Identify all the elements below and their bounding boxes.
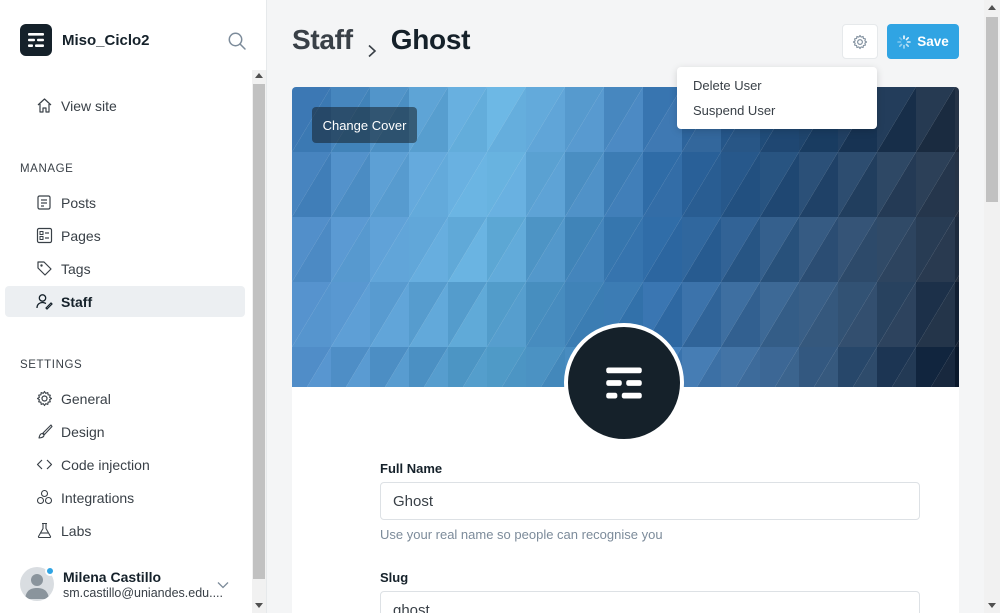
staff-icon (36, 293, 53, 310)
scrollbar-thumb[interactable] (253, 84, 265, 579)
notification-dot (45, 566, 55, 576)
manage-section-title: MANAGE (20, 163, 74, 175)
brush-icon (36, 423, 53, 440)
slug-label: Slug (380, 570, 409, 585)
suspend-user-menu-item[interactable]: Suspend User (677, 101, 877, 126)
settings-section-title: SETTINGS (20, 359, 83, 371)
spinner-icon (897, 34, 912, 49)
integrations-icon (36, 489, 53, 506)
scroll-down-arrow-icon[interactable] (988, 603, 996, 608)
pages-icon (36, 227, 53, 244)
scroll-up-arrow-icon[interactable] (988, 5, 996, 10)
sidebar-item-label: Integrations (61, 489, 135, 506)
breadcrumb: Staff Ghost (292, 24, 471, 58)
sidebar-item-label: Posts (61, 194, 97, 211)
sidebar-item-general[interactable]: General (5, 383, 245, 414)
scroll-up-arrow-icon[interactable] (255, 73, 263, 78)
tag-icon (36, 260, 53, 277)
sidebar-item-label: Tags (61, 260, 91, 277)
sidebar-item-pages[interactable]: Pages (5, 220, 245, 251)
breadcrumb-staff-link[interactable]: Staff (292, 24, 353, 56)
chevron-right-icon (365, 33, 379, 58)
delete-user-menu-item[interactable]: Delete User (677, 76, 877, 101)
page-title: Ghost (390, 24, 471, 55)
sidebar-item-view-site[interactable]: View site (5, 90, 245, 121)
site-logo-icon (20, 24, 52, 56)
search-icon[interactable] (227, 31, 247, 51)
brand[interactable]: Miso_Ciclo2 (20, 24, 150, 56)
slug-input[interactable]: ghost (380, 591, 920, 613)
sidebar-item-label: General (61, 390, 111, 407)
save-button[interactable]: Save (887, 24, 959, 59)
sidebar-item-design[interactable]: Design (5, 416, 245, 447)
sidebar-item-label: Pages (61, 227, 101, 244)
sidebar: Miso_Ciclo2 View site MANAGE Posts Pages… (0, 0, 267, 613)
user-email: sm.castillo@uniandes.edu.... (63, 586, 223, 600)
sidebar-item-label: View site (61, 97, 117, 114)
posts-icon (36, 194, 53, 211)
profile-image[interactable] (564, 323, 684, 443)
sidebar-item-labs[interactable]: Labs (5, 515, 245, 546)
save-button-label: Save (917, 34, 949, 49)
page-scrollbar[interactable] (984, 0, 1000, 613)
sidebar-item-label: Code injection (61, 456, 150, 473)
full-name-label: Full Name (380, 461, 443, 476)
user-name: Milena Castillo (63, 569, 162, 585)
sidebar-item-label: Labs (61, 522, 92, 539)
home-icon (36, 97, 53, 114)
sidebar-item-integrations[interactable]: Integrations (5, 482, 245, 513)
user-menu[interactable]: Milena Castillo sm.castillo@uniandes.edu… (20, 565, 245, 605)
sidebar-item-tags[interactable]: Tags (5, 253, 245, 284)
full-name-hint: Use your real name so people can recogni… (380, 527, 663, 542)
scrollbar-thumb[interactable] (986, 17, 998, 202)
gear-icon (852, 34, 868, 49)
sidebar-item-label: Design (61, 423, 105, 440)
user-actions-button[interactable] (842, 24, 878, 59)
full-name-input[interactable]: Ghost (380, 482, 920, 520)
sidebar-item-staff[interactable]: Staff (5, 286, 245, 317)
chevron-down-icon (217, 578, 229, 590)
sidebar-item-label: Staff (61, 293, 93, 310)
user-actions-dropdown: Delete User Suspend User (677, 67, 877, 129)
sidebar-item-posts[interactable]: Posts (5, 187, 245, 218)
sidebar-item-code-injection[interactable]: Code injection (5, 449, 245, 480)
flask-icon (36, 522, 53, 539)
code-icon (36, 456, 53, 473)
gear-icon (36, 390, 53, 407)
site-name: Miso_Ciclo2 (62, 31, 150, 49)
scroll-down-arrow-icon[interactable] (255, 603, 263, 608)
sidebar-scrollbar[interactable] (252, 70, 266, 613)
ghost-logo-icon (606, 367, 642, 399)
change-cover-button[interactable]: Change Cover (312, 107, 417, 143)
main-content: Staff Ghost Save Change Cover Full Name … (268, 0, 984, 613)
